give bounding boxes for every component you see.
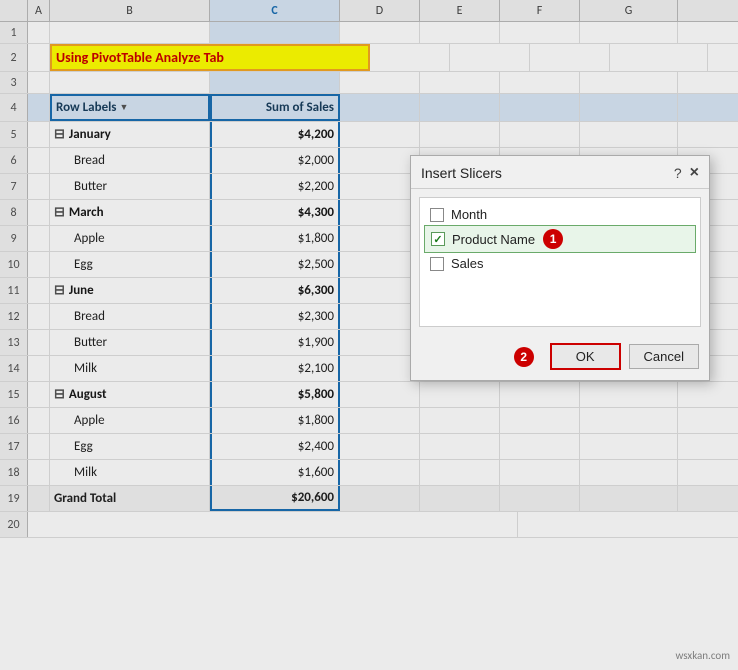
badge-2: 2	[514, 347, 534, 367]
cancel-button[interactable]: Cancel	[629, 344, 699, 369]
slicer-label-month: Month	[451, 207, 487, 222]
slicer-checkbox-product-name[interactable]: ✓	[431, 232, 445, 246]
dialog-title: Insert Slicers	[421, 165, 502, 181]
slicer-label-product-name: Product Name	[452, 232, 535, 247]
slicer-item-product-name[interactable]: ✓ Product Name 1	[424, 225, 696, 253]
slicer-item-sales[interactable]: Sales	[424, 253, 696, 274]
badge-1: 1	[543, 229, 563, 249]
dialog-controls: ? ×	[674, 164, 699, 182]
dialog-help-button[interactable]: ?	[674, 165, 682, 181]
slicer-checkbox-month[interactable]	[430, 208, 444, 222]
dialog-footer: 2 OK Cancel	[411, 335, 709, 380]
dialog-body: Month ✓ Product Name 1 Sales	[419, 197, 701, 327]
insert-slicers-dialog: Insert Slicers ? × Month ✓ Product Name …	[410, 155, 710, 381]
dialog-close-button[interactable]: ×	[690, 164, 699, 182]
checkmark-icon: ✓	[433, 233, 442, 246]
dialog-titlebar: Insert Slicers ? ×	[411, 156, 709, 189]
slicer-item-month[interactable]: Month	[424, 204, 696, 225]
slicer-label-sales: Sales	[451, 256, 484, 271]
ok-button[interactable]: OK	[550, 343, 621, 370]
slicer-checkbox-sales[interactable]	[430, 257, 444, 271]
